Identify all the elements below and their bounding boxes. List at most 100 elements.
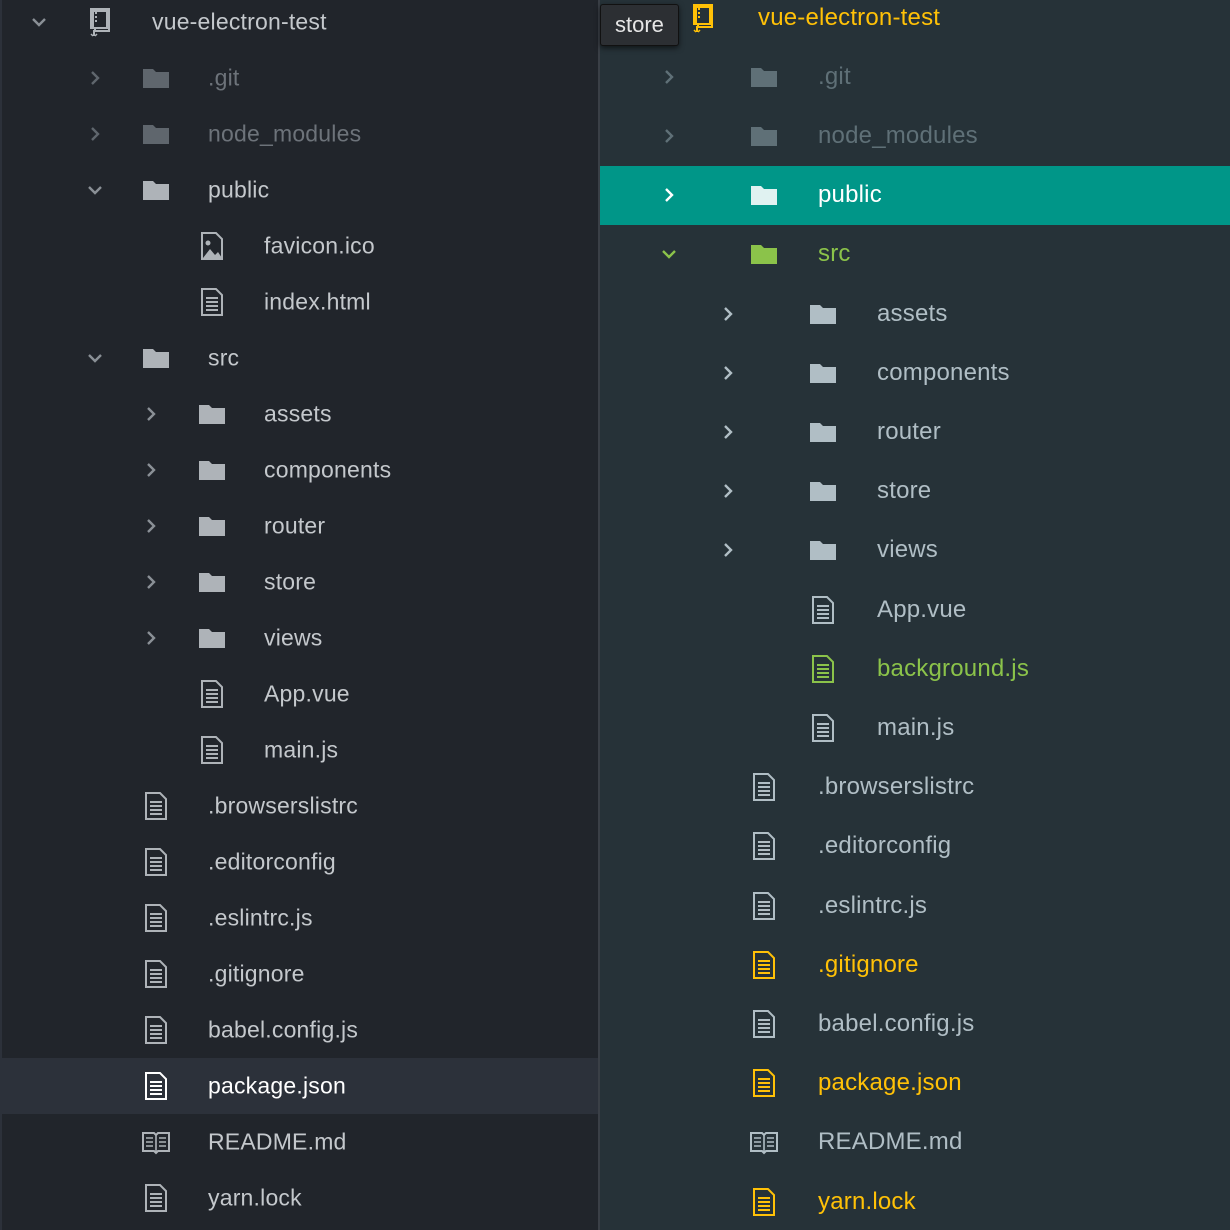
tree-item-babel-config-js[interactable]: babel.config.js [600, 994, 1230, 1053]
tree-item-app-vue[interactable]: App.vue [600, 580, 1230, 639]
chevron-right-icon[interactable] [719, 305, 737, 323]
chevron-right-icon[interactable] [719, 482, 737, 500]
tree-item-yarn-lock[interactable]: yarn.lock [600, 1172, 1230, 1230]
folder-icon [808, 476, 838, 506]
tree-item-src[interactable]: src [2, 330, 598, 386]
tree-item-label: views [264, 624, 323, 651]
tree-item-package-json[interactable]: package.json [2, 1058, 598, 1114]
folder-icon [141, 63, 171, 93]
tree-item-label: background.js [877, 654, 1030, 682]
tree-item-store[interactable]: store [600, 462, 1230, 521]
tree-item-public[interactable]: public [2, 162, 598, 218]
chevron-right-icon[interactable] [142, 405, 160, 423]
left-file-tree: vue-electron-test .git node_modulespublic f… [0, 0, 598, 1230]
tree-item-vue-electron-test[interactable]: vue-electron-test [600, 0, 1230, 47]
tree-item-label: package.json [818, 1069, 962, 1097]
tree-item-main-js[interactable]: main.js [600, 698, 1230, 757]
tree-item-label: assets [264, 400, 332, 427]
tree-item-label: babel.config.js [208, 1016, 359, 1043]
tree-item-eslintrc-js[interactable]: .eslintrc.js [2, 890, 598, 946]
tree-item-eslintrc-js[interactable]: .eslintrc.js [600, 876, 1230, 935]
tree-item-components[interactable]: components [2, 442, 598, 498]
file-icon [141, 847, 171, 877]
tree-item-src[interactable]: src [600, 225, 1230, 284]
tree-item-node-modules[interactable]: node_modules [2, 106, 598, 162]
chevron-right-icon[interactable] [86, 125, 104, 143]
tree-item-store[interactable]: store [2, 554, 598, 610]
tree-item-babel-config-js[interactable]: babel.config.js [2, 1002, 598, 1058]
chevron-down-icon[interactable] [30, 13, 48, 31]
tree-item-vue-electron-test[interactable]: vue-electron-test [2, 0, 598, 50]
tree-item-index-html[interactable]: index.html [2, 274, 598, 330]
tree-item-browserslistrc[interactable]: .browserslistrc [600, 758, 1230, 817]
chevron-right-icon[interactable] [86, 69, 104, 87]
chevron-right-icon[interactable] [660, 127, 678, 145]
tree-item-components[interactable]: components [600, 343, 1230, 402]
chevron-down-icon[interactable] [86, 349, 104, 367]
chevron-down-icon[interactable] [660, 245, 678, 263]
folder-icon [808, 299, 838, 329]
tree-item-yarn-lock[interactable]: yarn.lock [2, 1170, 598, 1226]
file-icon [749, 950, 779, 980]
tree-item-label: .git [208, 64, 240, 91]
chevron-right-icon[interactable] [719, 364, 737, 382]
tree-item-views[interactable]: views [600, 521, 1230, 580]
tree-item-app-vue[interactable]: App.vue [2, 666, 598, 722]
tree-item-views[interactable]: views [2, 610, 598, 666]
file-icon [749, 891, 779, 921]
chevron-right-icon[interactable] [719, 541, 737, 559]
tree-item-background-js[interactable]: background.js [600, 639, 1230, 698]
file-icon [141, 959, 171, 989]
tree-item-git[interactable]: .git [2, 50, 598, 106]
folder-icon [808, 535, 838, 565]
image-file-icon [197, 231, 227, 261]
chevron-right-icon[interactable] [142, 629, 160, 647]
tree-item-favicon-ico[interactable]: favicon.ico [2, 218, 598, 274]
folder-icon [141, 175, 171, 205]
tooltip: store [600, 4, 679, 46]
chevron-right-icon[interactable] [719, 423, 737, 441]
tree-item-router[interactable]: router [600, 402, 1230, 461]
tree-item-node-modules[interactable]: node_modules [600, 106, 1230, 165]
tree-item-browserslistrc[interactable]: .browserslistrc [2, 778, 598, 834]
tree-item-label: main.js [877, 713, 955, 741]
tree-item-gitignore[interactable]: .gitignore [600, 935, 1230, 994]
chevron-right-icon[interactable] [142, 517, 160, 535]
tree-item-label: README.md [818, 1128, 963, 1156]
tree-item-label: store [264, 568, 317, 595]
file-icon [808, 595, 838, 625]
tree-item-label: components [877, 358, 1010, 386]
chevron-right-icon[interactable] [660, 68, 678, 86]
tree-item-label: .gitignore [818, 950, 919, 978]
tree-item-label: assets [877, 299, 948, 327]
file-icon [808, 713, 838, 743]
tree-item-label: vue-electron-test [758, 3, 941, 31]
tree-item-readme-md[interactable]: README.md [2, 1114, 598, 1170]
file-icon [197, 287, 227, 317]
tree-item-label: public [208, 176, 270, 203]
chevron-right-icon[interactable] [142, 461, 160, 479]
tree-item-readme-md[interactable]: README.md [600, 1113, 1230, 1172]
tree-item-router[interactable]: router [2, 498, 598, 554]
tree-item-public[interactable]: public [600, 165, 1230, 225]
tree-item-editorconfig[interactable]: .editorconfig [2, 834, 598, 890]
tree-item-label: src [208, 344, 240, 371]
tree-item-package-json[interactable]: package.json [600, 1054, 1230, 1113]
tree-item-git[interactable]: .git [600, 47, 1230, 106]
tree-item-main-js[interactable]: main.js [2, 722, 598, 778]
file-icon [749, 1187, 779, 1217]
tree-item-gitignore[interactable]: .gitignore [2, 946, 598, 1002]
tree-item-label: main.js [264, 736, 339, 763]
tree-item-label: router [877, 417, 941, 445]
tree-item-editorconfig[interactable]: .editorconfig [600, 817, 1230, 876]
chevron-right-icon[interactable] [142, 573, 160, 591]
chevron-right-icon[interactable] [660, 186, 678, 204]
tree-item-assets[interactable]: assets [600, 284, 1230, 343]
tree-item-label: node_modules [208, 120, 362, 147]
tree-item-assets[interactable]: assets [2, 386, 598, 442]
folder-icon [197, 567, 227, 597]
tree-item-label: .git [818, 62, 851, 90]
chevron-down-icon[interactable] [86, 181, 104, 199]
file-icon [749, 1009, 779, 1039]
tree-item-label: yarn.lock [208, 1184, 302, 1211]
